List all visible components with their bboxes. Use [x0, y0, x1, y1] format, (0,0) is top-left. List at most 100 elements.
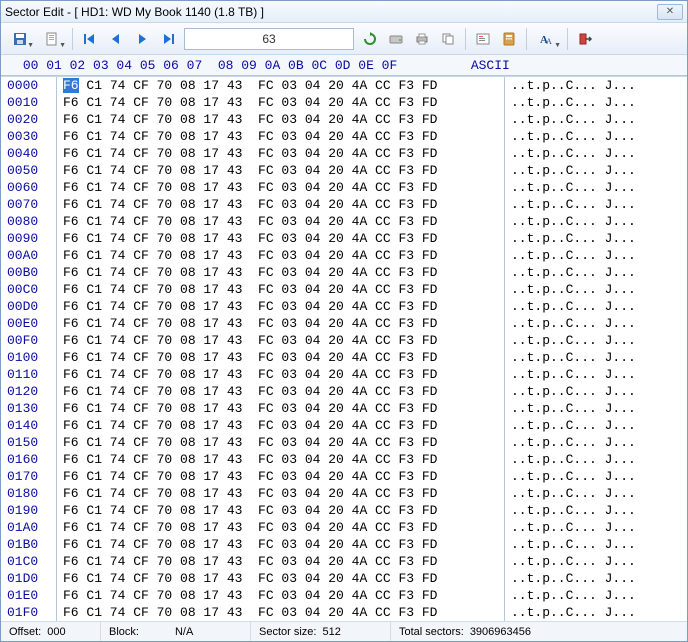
selected-byte[interactable]: F6 — [63, 78, 79, 93]
row-hex-bytes[interactable]: F6 C1 74 CF 70 08 17 43 FC 03 04 20 4A C… — [57, 94, 505, 111]
hex-grid[interactable]: 0000F6 C1 74 CF 70 08 17 43 FC 03 04 20 … — [1, 77, 687, 621]
row-ascii[interactable]: ..t.p..C... J... — [505, 604, 687, 621]
row-ascii[interactable]: ..t.p..C... J... — [505, 349, 687, 366]
row-hex-bytes[interactable]: F6 C1 74 CF 70 08 17 43 FC 03 04 20 4A C… — [57, 349, 505, 366]
hex-row[interactable]: 0010F6 C1 74 CF 70 08 17 43 FC 03 04 20 … — [1, 94, 687, 111]
row-ascii[interactable]: ..t.p..C... J... — [505, 366, 687, 383]
row-ascii[interactable]: ..t.p..C... J... — [505, 77, 687, 94]
hex-row[interactable]: 00C0F6 C1 74 CF 70 08 17 43 FC 03 04 20 … — [1, 281, 687, 298]
hex-row[interactable]: 0040F6 C1 74 CF 70 08 17 43 FC 03 04 20 … — [1, 145, 687, 162]
hex-row[interactable]: 0080F6 C1 74 CF 70 08 17 43 FC 03 04 20 … — [1, 213, 687, 230]
properties-button[interactable] — [471, 27, 495, 51]
hex-row[interactable]: 0000F6 C1 74 CF 70 08 17 43 FC 03 04 20 … — [1, 77, 687, 94]
row-ascii[interactable]: ..t.p..C... J... — [505, 332, 687, 349]
row-ascii[interactable]: ..t.p..C... J... — [505, 94, 687, 111]
row-ascii[interactable]: ..t.p..C... J... — [505, 536, 687, 553]
row-ascii[interactable]: ..t.p..C... J... — [505, 264, 687, 281]
row-ascii[interactable]: ..t.p..C... J... — [505, 196, 687, 213]
row-ascii[interactable]: ..t.p..C... J... — [505, 247, 687, 264]
row-hex-bytes[interactable]: F6 C1 74 CF 70 08 17 43 FC 03 04 20 4A C… — [57, 298, 505, 315]
hex-row[interactable]: 0070F6 C1 74 CF 70 08 17 43 FC 03 04 20 … — [1, 196, 687, 213]
row-hex-bytes[interactable]: F6 C1 74 CF 70 08 17 43 FC 03 04 20 4A C… — [57, 604, 505, 621]
row-hex-bytes[interactable]: F6 C1 74 CF 70 08 17 43 FC 03 04 20 4A C… — [57, 77, 505, 94]
hex-row[interactable]: 0190F6 C1 74 CF 70 08 17 43 FC 03 04 20 … — [1, 502, 687, 519]
hex-row[interactable]: 0100F6 C1 74 CF 70 08 17 43 FC 03 04 20 … — [1, 349, 687, 366]
nav-next-button[interactable] — [130, 27, 154, 51]
nav-first-button[interactable] — [78, 27, 102, 51]
hex-row[interactable]: 0030F6 C1 74 CF 70 08 17 43 FC 03 04 20 … — [1, 128, 687, 145]
hex-row[interactable]: 00B0F6 C1 74 CF 70 08 17 43 FC 03 04 20 … — [1, 264, 687, 281]
row-hex-bytes[interactable]: F6 C1 74 CF 70 08 17 43 FC 03 04 20 4A C… — [57, 111, 505, 128]
font-menu-button[interactable]: AA ▼ — [532, 27, 562, 51]
row-ascii[interactable]: ..t.p..C... J... — [505, 315, 687, 332]
hex-row[interactable]: 01C0F6 C1 74 CF 70 08 17 43 FC 03 04 20 … — [1, 553, 687, 570]
row-ascii[interactable]: ..t.p..C... J... — [505, 502, 687, 519]
row-ascii[interactable]: ..t.p..C... J... — [505, 434, 687, 451]
row-hex-bytes[interactable]: F6 C1 74 CF 70 08 17 43 FC 03 04 20 4A C… — [57, 281, 505, 298]
row-hex-bytes[interactable]: F6 C1 74 CF 70 08 17 43 FC 03 04 20 4A C… — [57, 366, 505, 383]
row-hex-bytes[interactable]: F6 C1 74 CF 70 08 17 43 FC 03 04 20 4A C… — [57, 162, 505, 179]
row-hex-bytes[interactable]: F6 C1 74 CF 70 08 17 43 FC 03 04 20 4A C… — [57, 468, 505, 485]
drive-button[interactable] — [384, 27, 408, 51]
row-hex-bytes[interactable]: F6 C1 74 CF 70 08 17 43 FC 03 04 20 4A C… — [57, 247, 505, 264]
row-ascii[interactable]: ..t.p..C... J... — [505, 298, 687, 315]
row-hex-bytes[interactable]: F6 C1 74 CF 70 08 17 43 FC 03 04 20 4A C… — [57, 383, 505, 400]
hex-row[interactable]: 0140F6 C1 74 CF 70 08 17 43 FC 03 04 20 … — [1, 417, 687, 434]
calculator-button[interactable] — [497, 27, 521, 51]
row-ascii[interactable]: ..t.p..C... J... — [505, 485, 687, 502]
hex-row[interactable]: 0180F6 C1 74 CF 70 08 17 43 FC 03 04 20 … — [1, 485, 687, 502]
row-hex-bytes[interactable]: F6 C1 74 CF 70 08 17 43 FC 03 04 20 4A C… — [57, 502, 505, 519]
row-hex-bytes[interactable]: F6 C1 74 CF 70 08 17 43 FC 03 04 20 4A C… — [57, 570, 505, 587]
row-ascii[interactable]: ..t.p..C... J... — [505, 451, 687, 468]
row-hex-bytes[interactable]: F6 C1 74 CF 70 08 17 43 FC 03 04 20 4A C… — [57, 315, 505, 332]
exit-button[interactable] — [573, 27, 597, 51]
hex-row[interactable]: 00A0F6 C1 74 CF 70 08 17 43 FC 03 04 20 … — [1, 247, 687, 264]
row-ascii[interactable]: ..t.p..C... J... — [505, 213, 687, 230]
hex-row[interactable]: 0020F6 C1 74 CF 70 08 17 43 FC 03 04 20 … — [1, 111, 687, 128]
hex-row[interactable]: 00E0F6 C1 74 CF 70 08 17 43 FC 03 04 20 … — [1, 315, 687, 332]
row-hex-bytes[interactable]: F6 C1 74 CF 70 08 17 43 FC 03 04 20 4A C… — [57, 519, 505, 536]
print-button[interactable] — [410, 27, 434, 51]
row-ascii[interactable]: ..t.p..C... J... — [505, 281, 687, 298]
row-hex-bytes[interactable]: F6 C1 74 CF 70 08 17 43 FC 03 04 20 4A C… — [57, 485, 505, 502]
hex-row[interactable]: 00D0F6 C1 74 CF 70 08 17 43 FC 03 04 20 … — [1, 298, 687, 315]
copy-button[interactable] — [436, 27, 460, 51]
row-hex-bytes[interactable]: F6 C1 74 CF 70 08 17 43 FC 03 04 20 4A C… — [57, 587, 505, 604]
hex-row[interactable]: 0050F6 C1 74 CF 70 08 17 43 FC 03 04 20 … — [1, 162, 687, 179]
hex-row[interactable]: 0110F6 C1 74 CF 70 08 17 43 FC 03 04 20 … — [1, 366, 687, 383]
row-ascii[interactable]: ..t.p..C... J... — [505, 111, 687, 128]
hex-row[interactable]: 01F0F6 C1 74 CF 70 08 17 43 FC 03 04 20 … — [1, 604, 687, 621]
row-hex-bytes[interactable]: F6 C1 74 CF 70 08 17 43 FC 03 04 20 4A C… — [57, 400, 505, 417]
hex-row[interactable]: 0150F6 C1 74 CF 70 08 17 43 FC 03 04 20 … — [1, 434, 687, 451]
hex-row[interactable]: 0170F6 C1 74 CF 70 08 17 43 FC 03 04 20 … — [1, 468, 687, 485]
hex-row[interactable]: 0120F6 C1 74 CF 70 08 17 43 FC 03 04 20 … — [1, 383, 687, 400]
row-hex-bytes[interactable]: F6 C1 74 CF 70 08 17 43 FC 03 04 20 4A C… — [57, 230, 505, 247]
row-ascii[interactable]: ..t.p..C... J... — [505, 553, 687, 570]
row-ascii[interactable]: ..t.p..C... J... — [505, 417, 687, 434]
row-ascii[interactable]: ..t.p..C... J... — [505, 128, 687, 145]
row-ascii[interactable]: ..t.p..C... J... — [505, 383, 687, 400]
hex-row[interactable]: 01B0F6 C1 74 CF 70 08 17 43 FC 03 04 20 … — [1, 536, 687, 553]
row-ascii[interactable]: ..t.p..C... J... — [505, 400, 687, 417]
hex-row[interactable]: 0090F6 C1 74 CF 70 08 17 43 FC 03 04 20 … — [1, 230, 687, 247]
row-ascii[interactable]: ..t.p..C... J... — [505, 570, 687, 587]
nav-last-button[interactable] — [156, 27, 180, 51]
row-ascii[interactable]: ..t.p..C... J... — [505, 519, 687, 536]
row-hex-bytes[interactable]: F6 C1 74 CF 70 08 17 43 FC 03 04 20 4A C… — [57, 434, 505, 451]
row-ascii[interactable]: ..t.p..C... J... — [505, 230, 687, 247]
row-hex-bytes[interactable]: F6 C1 74 CF 70 08 17 43 FC 03 04 20 4A C… — [57, 128, 505, 145]
save-menu-button[interactable]: ▼ — [5, 27, 35, 51]
row-hex-bytes[interactable]: F6 C1 74 CF 70 08 17 43 FC 03 04 20 4A C… — [57, 196, 505, 213]
row-hex-bytes[interactable]: F6 C1 74 CF 70 08 17 43 FC 03 04 20 4A C… — [57, 553, 505, 570]
row-ascii[interactable]: ..t.p..C... J... — [505, 468, 687, 485]
row-ascii[interactable]: ..t.p..C... J... — [505, 587, 687, 604]
hex-row[interactable]: 01A0F6 C1 74 CF 70 08 17 43 FC 03 04 20 … — [1, 519, 687, 536]
hex-row[interactable]: 0060F6 C1 74 CF 70 08 17 43 FC 03 04 20 … — [1, 179, 687, 196]
hex-row[interactable]: 00F0F6 C1 74 CF 70 08 17 43 FC 03 04 20 … — [1, 332, 687, 349]
hex-row[interactable]: 0160F6 C1 74 CF 70 08 17 43 FC 03 04 20 … — [1, 451, 687, 468]
row-hex-bytes[interactable]: F6 C1 74 CF 70 08 17 43 FC 03 04 20 4A C… — [57, 451, 505, 468]
nav-prev-button[interactable] — [104, 27, 128, 51]
hex-row[interactable]: 01E0F6 C1 74 CF 70 08 17 43 FC 03 04 20 … — [1, 587, 687, 604]
row-hex-bytes[interactable]: F6 C1 74 CF 70 08 17 43 FC 03 04 20 4A C… — [57, 264, 505, 281]
row-hex-bytes[interactable]: F6 C1 74 CF 70 08 17 43 FC 03 04 20 4A C… — [57, 179, 505, 196]
